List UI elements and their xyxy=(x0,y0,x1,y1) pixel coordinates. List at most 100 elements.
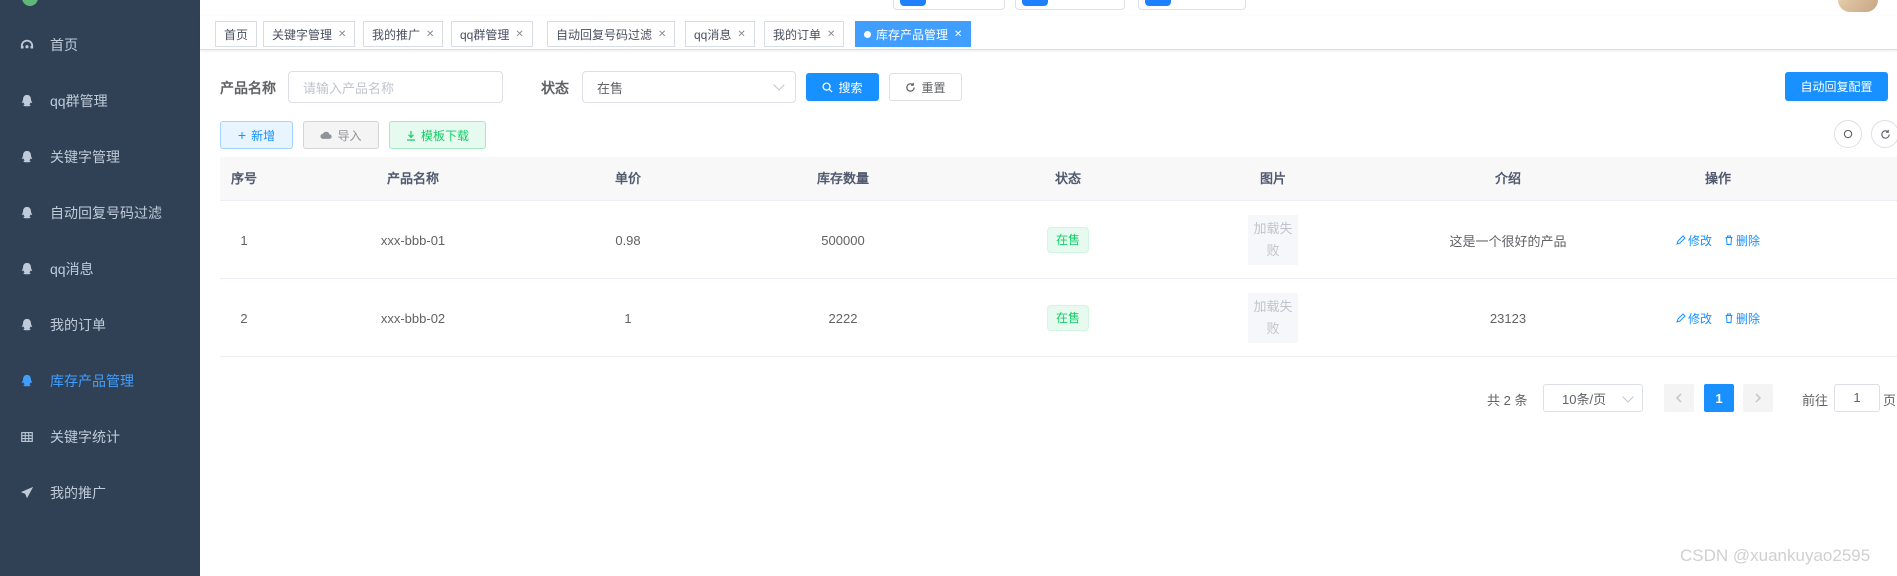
tag-keywords[interactable]: 关键字管理 ✕ xyxy=(263,21,356,47)
cell-intro: 这是一个很好的产品 xyxy=(1449,233,1567,249)
refresh-icon xyxy=(1880,129,1890,139)
tag-label: qq群管理 xyxy=(460,27,510,42)
cell-status: 在售 xyxy=(988,279,1148,357)
header-button[interactable] xyxy=(1015,0,1125,10)
image-fail-text: 加载失 xyxy=(1253,299,1293,314)
dashboard-icon xyxy=(20,38,34,52)
delete-button[interactable]: 删除 xyxy=(1724,232,1760,249)
status-select[interactable]: 在售 xyxy=(582,71,796,103)
close-icon[interactable]: ✕ xyxy=(338,29,346,40)
sidebar-item-home[interactable]: 首页 xyxy=(0,17,200,73)
edit-label: 修改 xyxy=(1687,311,1712,326)
add-button[interactable]: + 新增 xyxy=(220,121,293,149)
tag-promotion[interactable]: 我的推广 ✕ xyxy=(363,21,444,47)
sidebar-item-orders[interactable]: 我的订单 xyxy=(0,297,200,353)
delete-button[interactable]: 删除 xyxy=(1724,310,1760,327)
refresh-icon xyxy=(906,82,916,92)
goto-page-input[interactable]: 1 xyxy=(1834,384,1880,412)
tag-home[interactable]: 首页 xyxy=(215,21,258,47)
page-number[interactable]: 1 xyxy=(1704,384,1734,412)
add-button-label: 新增 xyxy=(251,128,276,143)
cell-name: xxx-bbb-01 xyxy=(380,232,446,248)
refresh-button[interactable] xyxy=(1871,120,1897,148)
page-size-select[interactable]: 10条/页 xyxy=(1543,384,1643,412)
delete-label: 删除 xyxy=(1736,233,1761,248)
qq-icon xyxy=(20,318,34,332)
close-icon[interactable]: ✕ xyxy=(658,29,666,40)
sidebar-item-keywords[interactable]: 关键字管理 xyxy=(0,129,200,185)
cell-actions: 修改 删除 xyxy=(1618,279,1818,357)
prev-page-button[interactable] xyxy=(1664,384,1694,412)
qq-icon xyxy=(20,206,34,220)
qq-icon xyxy=(20,262,34,276)
auto-reply-config-button[interactable]: 自动回复配置 xyxy=(1785,72,1888,101)
tag-qq-group[interactable]: qq群管理 ✕ xyxy=(451,21,533,47)
tag-label: 我的订单 xyxy=(773,27,822,42)
image-fail-text: 加载失 xyxy=(1253,221,1293,236)
template-download-button[interactable]: 模板下载 xyxy=(389,121,486,149)
delete-icon xyxy=(1725,235,1733,245)
sidebar-item-qq-messages[interactable]: qq消息 xyxy=(0,241,200,297)
sidebar-item-label: qq消息 xyxy=(50,261,94,277)
tags-view: 首页 关键字管理 ✕ 我的推广 ✕ qq群管理 ✕ 自动回复号码过滤 ✕ qq消息 ✕ 我… xyxy=(200,16,1897,50)
table-row: 1 xxx-bbb-01 0.98 500000 在售 加载失败 这是一个很好的… xyxy=(220,201,1897,279)
tag-qq-messages[interactable]: qq消息 ✕ xyxy=(685,21,755,47)
edit-icon xyxy=(1676,313,1686,323)
active-dot-icon xyxy=(864,30,871,38)
reset-button[interactable]: 重置 xyxy=(889,73,962,101)
qq-icon xyxy=(20,374,34,388)
cell-index: 2 xyxy=(240,310,248,326)
close-icon[interactable]: ✕ xyxy=(737,29,745,40)
qq-icon xyxy=(20,150,34,164)
sidebar-item-auto-reply-filter[interactable]: 自动回复号码过滤 xyxy=(0,185,200,241)
import-button[interactable]: 导入 xyxy=(303,121,379,149)
close-icon[interactable]: ✕ xyxy=(954,29,962,40)
toggle-search-button[interactable] xyxy=(1834,120,1862,148)
template-download-label: 模板下载 xyxy=(420,128,469,143)
image-fail-text: 败 xyxy=(1266,243,1280,258)
image-fail-text: 败 xyxy=(1266,321,1280,336)
sidebar-item-label: 自动回复号码过滤 xyxy=(50,205,162,221)
search-icon xyxy=(822,81,834,93)
image-load-failed: 加载失败 xyxy=(1248,215,1298,265)
edit-button[interactable]: 修改 xyxy=(1676,232,1712,249)
sidebar-item-label: 关键字管理 xyxy=(50,149,120,165)
table-header: 序号 产品名称 单价 库存数量 状态 图片 介绍 操作 xyxy=(220,157,1897,201)
header-button[interactable] xyxy=(1138,0,1246,10)
edit-icon xyxy=(1676,235,1686,245)
tag-orders[interactable]: 我的订单 ✕ xyxy=(764,21,845,47)
logo-icon xyxy=(22,0,38,6)
search-icon xyxy=(1843,129,1852,138)
next-page-button[interactable] xyxy=(1743,384,1773,412)
avatar[interactable] xyxy=(1838,0,1878,12)
send-icon xyxy=(20,486,34,500)
sidebar-item-inventory[interactable]: 库存产品管理 xyxy=(0,353,200,409)
page-unit-label: 页 xyxy=(1883,393,1897,408)
sidebar-item-qq-group[interactable]: qq群管理 xyxy=(0,73,200,129)
product-name-input[interactable]: 请输入产品名称 xyxy=(288,71,503,103)
close-icon[interactable]: ✕ xyxy=(827,29,835,40)
sidebar-item-promotion[interactable]: 我的推广 xyxy=(0,465,200,521)
cell-status: 在售 xyxy=(988,201,1148,279)
sidebar-item-keyword-stats[interactable]: 关键字统计 xyxy=(0,409,200,465)
page-size-value: 10条/页 xyxy=(1562,391,1607,407)
cloud-upload-icon xyxy=(320,131,333,139)
tag-auto-reply-filter[interactable]: 自动回复号码过滤 ✕ xyxy=(547,21,676,47)
close-icon[interactable]: ✕ xyxy=(515,29,523,40)
close-icon[interactable]: ✕ xyxy=(426,29,434,40)
chevron-down-icon xyxy=(1622,391,1634,403)
cell-name: xxx-bbb-02 xyxy=(380,310,446,326)
reset-button-label: 重置 xyxy=(921,80,946,95)
search-button[interactable]: 搜索 xyxy=(806,73,879,101)
tag-inventory[interactable]: 库存产品管理 ✕ xyxy=(855,21,972,47)
pagination-total: 共 2 条 xyxy=(1487,393,1528,408)
tag-label: 首页 xyxy=(224,27,249,42)
table-icon xyxy=(20,430,34,444)
edit-button[interactable]: 修改 xyxy=(1676,310,1712,327)
image-load-failed: 加载失败 xyxy=(1248,293,1298,343)
cell-price: 1 xyxy=(624,310,632,326)
status-select-value: 在售 xyxy=(597,80,624,96)
delete-icon xyxy=(1725,313,1733,323)
header-button[interactable] xyxy=(893,0,1005,10)
column-header: 库存数量 xyxy=(816,171,869,186)
